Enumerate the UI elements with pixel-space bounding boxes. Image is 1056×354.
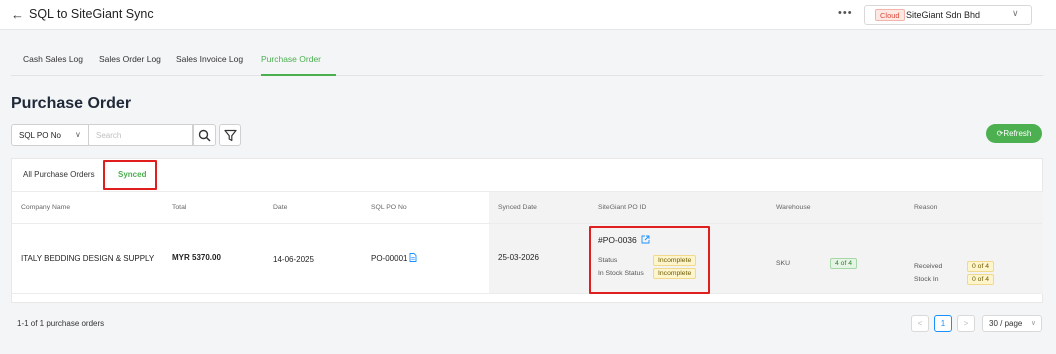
column-header-date: Date: [273, 204, 288, 211]
column-header-synced-date: Synced Date: [498, 204, 537, 211]
search-icon: [198, 129, 211, 142]
column-header-sql-po-no: SQL PO No: [371, 204, 407, 211]
pagination-page-1[interactable]: 1: [934, 315, 952, 332]
app-title: SQL to SiteGiant Sync: [29, 7, 154, 21]
column-header-warehouse: Warehouse: [776, 204, 811, 211]
cell-sql-po-no: PO-00001: [371, 253, 417, 263]
search-button[interactable]: [193, 124, 216, 146]
cell-total: MYR 5370.00: [172, 253, 221, 262]
search-field-label: SQL PO No: [19, 131, 61, 140]
chevron-down-icon: ∨: [75, 130, 81, 139]
pagination-summary: 1-1 of 1 purchase orders: [17, 319, 105, 328]
back-arrow-icon[interactable]: ←: [11, 7, 24, 22]
purchase-order-panel: All Purchase Orders Synced Company Name …: [11, 158, 1043, 303]
pagination-next-button[interactable]: >: [957, 315, 975, 332]
active-tab-indicator: [261, 74, 336, 76]
table-row[interactable]: ITALY BEDDING DESIGN & SUPPLY MYR 5370.0…: [12, 224, 1042, 294]
more-options-icon[interactable]: •••: [838, 7, 853, 19]
cell-date: 14-06-2025: [273, 255, 314, 264]
tab-sales-order-log[interactable]: Sales Order Log: [99, 54, 161, 64]
filter-icon: [224, 129, 237, 142]
chevron-down-icon: ∨: [1030, 320, 1036, 327]
table-header: Company Name Total Date SQL PO No Synced…: [12, 192, 1042, 224]
search-field-select[interactable]: SQL PO No ∨: [11, 124, 89, 146]
cloud-badge: Cloud: [875, 9, 905, 21]
search-input[interactable]: [89, 124, 193, 146]
filter-button[interactable]: [219, 124, 241, 146]
highlight-box-synced: [103, 160, 157, 190]
highlight-box-sitegiant-po: [589, 226, 710, 294]
refresh-button[interactable]: ⟳Refresh: [986, 124, 1042, 143]
document-icon[interactable]: [409, 253, 417, 262]
cell-company-name: ITALY BEDDING DESIGN & SUPPLY: [21, 254, 155, 263]
page-title: Purchase Order: [11, 95, 132, 112]
warehouse-sku-label: SKU: [776, 260, 790, 267]
tab-purchase-order[interactable]: Purchase Order: [261, 54, 321, 64]
tab-sales-invoice-log[interactable]: Sales Invoice Log: [176, 54, 243, 64]
subtab-all-purchase-orders[interactable]: All Purchase Orders: [23, 170, 95, 179]
received-badge: 0 of 4: [967, 261, 995, 272]
refresh-label: Refresh: [1003, 129, 1032, 138]
column-header-sitegiant-po-id: SiteGiant PO ID: [598, 204, 647, 211]
column-header-reason: Reason: [914, 204, 938, 211]
pagination-prev-button[interactable]: <: [911, 315, 929, 332]
top-bar: ← SQL to SiteGiant Sync ••• Cloud SiteGi…: [0, 0, 1056, 30]
cell-synced-date: 25-03-2026: [498, 253, 539, 262]
warehouse-sku-badge: 4 of 4: [830, 258, 858, 269]
column-header-total: Total: [172, 204, 187, 211]
received-label: Received: [914, 263, 943, 270]
sql-po-no-link[interactable]: PO-00001: [371, 254, 407, 263]
page-size-select[interactable]: 30 / page ∨: [982, 315, 1042, 332]
stock-in-label: Stock In: [914, 276, 939, 283]
column-header-company-name: Company Name: [21, 204, 71, 211]
chevron-down-icon: ∨: [1012, 8, 1019, 18]
stock-in-badge: 0 of 4: [967, 274, 995, 285]
company-select[interactable]: Cloud SiteGiant Sdn Bhd ∨: [864, 5, 1032, 25]
company-name: SiteGiant Sdn Bhd: [906, 10, 981, 20]
log-tabs: Cash Sales Log Sales Order Log Sales Inv…: [11, 45, 1043, 76]
tab-cash-sales-log[interactable]: Cash Sales Log: [23, 54, 83, 64]
page-size-label: 30 / page: [989, 319, 1023, 328]
